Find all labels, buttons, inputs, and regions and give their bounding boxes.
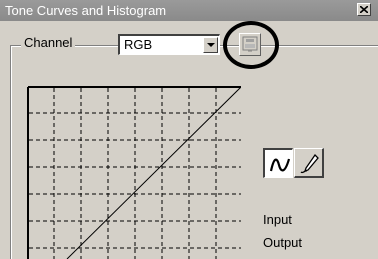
curve-preset-button[interactable]: xx [239,33,261,56]
svg-text:xx: xx [248,48,252,53]
output-label: Output [263,235,303,250]
channel-label: Channel [21,35,76,50]
channel-divider [80,45,110,46]
window-title: Tone Curves and Histogram [5,3,167,18]
pencil-tool-button[interactable] [294,148,324,178]
pencil-tool-icon [300,153,319,174]
curve-tool-button[interactable] [263,148,293,178]
curve-preset-icon: xx [242,36,258,53]
title-bar[interactable]: Tone Curves and Histogram [0,0,378,21]
close-icon [360,6,368,13]
chevron-down-icon [207,43,215,47]
tone-curves-dialog: Tone Curves and Histogram Channel RGB xx [0,0,378,259]
channel-select-value: RGB [124,37,153,52]
channel-select[interactable]: RGB [118,34,220,55]
close-button[interactable] [357,3,371,16]
tone-curve-graph[interactable] [27,86,241,259]
curve-tool-icon [269,158,291,172]
input-label: Input [263,212,292,227]
channel-dropdown-button[interactable] [203,37,218,53]
